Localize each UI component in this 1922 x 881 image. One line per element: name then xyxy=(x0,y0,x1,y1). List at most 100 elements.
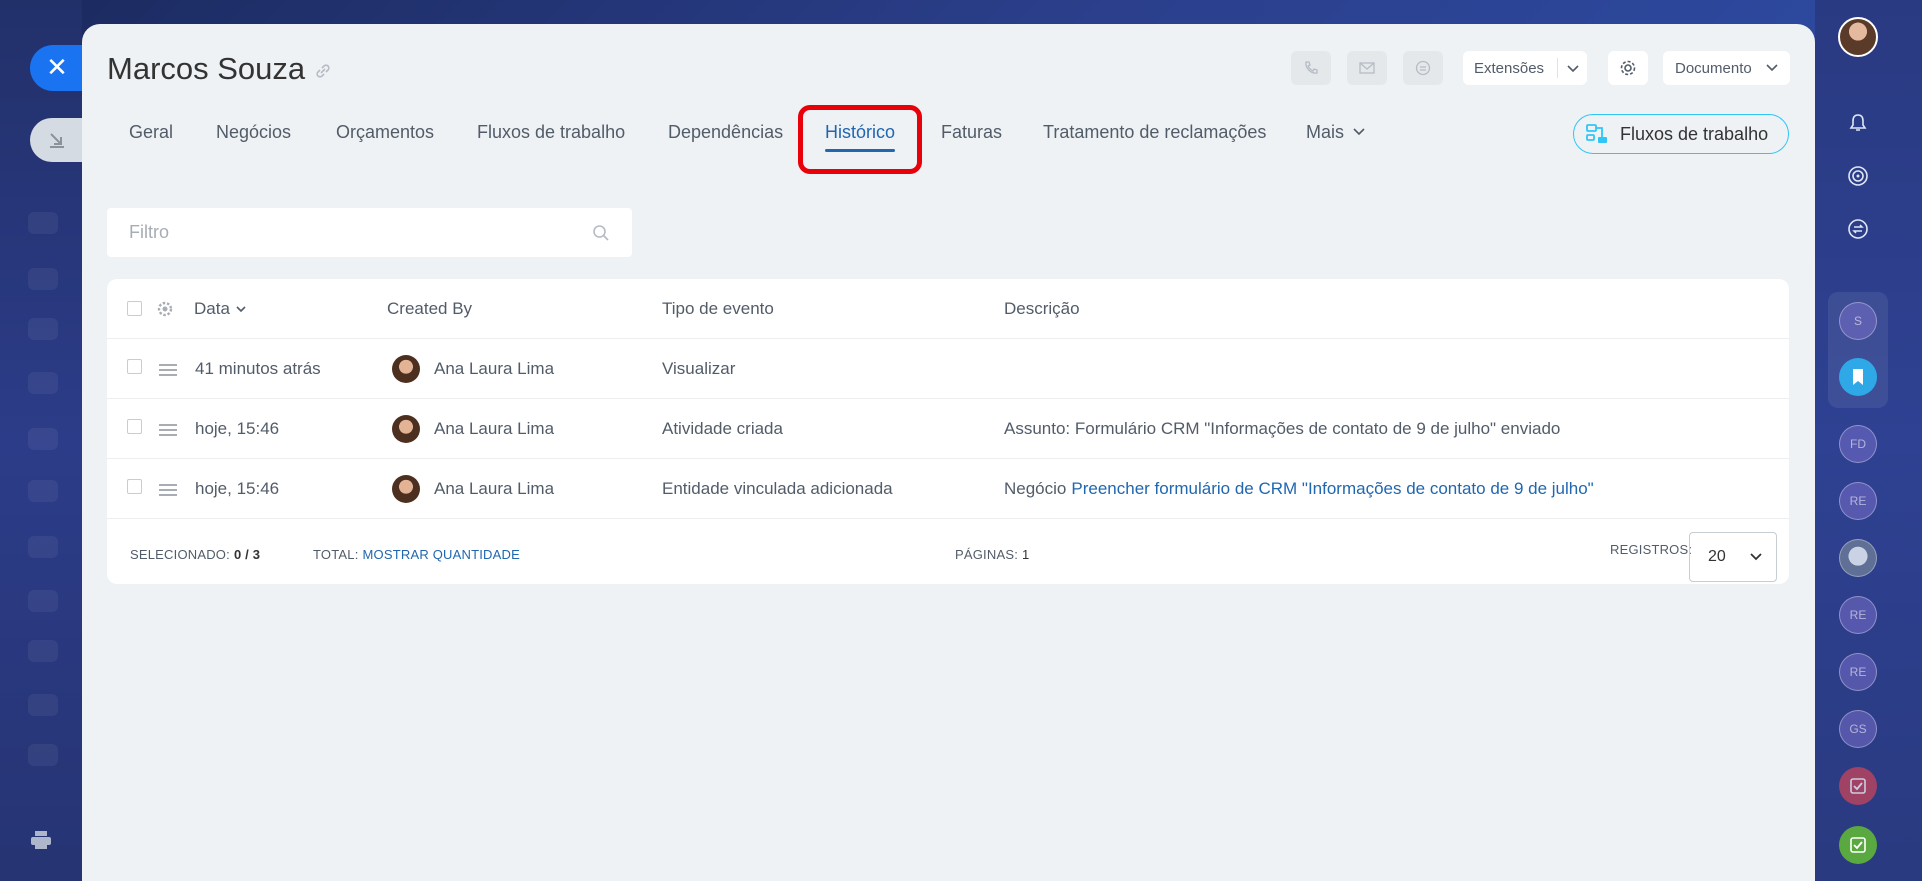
pages-info: PÁGINAS: 1 xyxy=(955,546,1030,562)
gear-icon xyxy=(1620,60,1636,76)
tab-fluxos-de-trabalho[interactable]: Fluxos de trabalho xyxy=(477,110,625,154)
close-icon: ✕ xyxy=(46,53,68,83)
total-count: TOTAL: MOSTRAR QUANTIDADE xyxy=(313,546,520,562)
sidebar-ghost-item xyxy=(28,428,58,450)
select-all-checkbox[interactable] xyxy=(127,301,142,316)
email-button[interactable] xyxy=(1347,51,1387,85)
document-button[interactable]: Documento xyxy=(1663,51,1790,85)
link-icon[interactable] xyxy=(314,62,332,85)
history-grid: Data Created By Tipo de evento Descrição… xyxy=(107,279,1789,584)
row-user[interactable]: Ana Laura Lima xyxy=(392,459,554,519)
chat-button[interactable] xyxy=(1403,51,1443,85)
tab-orcamentos[interactable]: Orçamentos xyxy=(336,110,434,154)
tab-mais-label: Mais xyxy=(1306,121,1345,142)
tab-faturas[interactable]: Faturas xyxy=(941,110,1002,154)
page-title: Marcos Souza xyxy=(107,51,306,86)
column-header-data[interactable]: Data xyxy=(194,279,246,339)
avatar xyxy=(392,355,420,383)
task-check-icon[interactable] xyxy=(1839,767,1877,805)
sidebar-ghost-item xyxy=(28,744,58,766)
chevron-down-icon xyxy=(1750,553,1762,561)
chat-avatar[interactable]: RE xyxy=(1839,596,1877,634)
avatar xyxy=(392,415,420,443)
sidebar-ghost-item xyxy=(28,590,58,612)
minimize-icon xyxy=(50,133,64,148)
linked-deal-link[interactable]: Preencher formulário de CRM "Informações… xyxy=(1071,479,1593,499)
minimize-slider-button[interactable] xyxy=(30,118,84,162)
row-user[interactable]: Ana Laura Lima xyxy=(392,399,554,459)
workflows-button[interactable]: Fluxos de trabalho xyxy=(1573,114,1789,154)
phone-icon xyxy=(1305,61,1318,74)
avatar xyxy=(392,475,420,503)
bell-icon[interactable] xyxy=(1839,104,1877,142)
tab-negocios[interactable]: Negócios xyxy=(216,110,291,154)
row-user[interactable]: Ana Laura Lima xyxy=(392,339,554,399)
task-check-icon[interactable] xyxy=(1839,826,1877,864)
chat-avatar[interactable]: RE xyxy=(1839,482,1877,520)
target-icon[interactable] xyxy=(1839,157,1877,195)
row-checkbox[interactable] xyxy=(127,419,142,434)
column-header-tipo-de-evento[interactable]: Tipo de evento xyxy=(662,279,774,339)
filter-input[interactable]: Filtro xyxy=(107,208,632,257)
row-date: hoje, 15:46 xyxy=(195,479,280,498)
sidebar-ghost-item xyxy=(28,640,58,662)
sidebar-ghost-item xyxy=(28,480,58,502)
row-checkbox[interactable] xyxy=(127,359,142,374)
workflows-label: Fluxos de trabalho xyxy=(1620,123,1769,144)
grid-footer: SELECIONADO: 0 / 3 TOTAL: MOSTRAR QUANTIDA… xyxy=(107,524,1789,584)
selected-count: SELECIONADO: 0 / 3 xyxy=(130,546,261,562)
highlight-annotation xyxy=(798,105,922,174)
tab-dependencias[interactable]: Dependências xyxy=(668,110,783,154)
chevron-down-icon[interactable] xyxy=(1558,60,1587,77)
sidebar-ghost-item xyxy=(28,318,58,340)
filter-placeholder: Filtro xyxy=(129,222,169,242)
table-header: Data Created By Tipo de evento Descrição xyxy=(107,279,1789,339)
document-label: Documento xyxy=(1675,59,1752,77)
search-icon[interactable] xyxy=(592,224,610,242)
records-per-page-select[interactable]: 20 xyxy=(1689,532,1777,582)
sidebar-ghost-item xyxy=(28,536,58,558)
close-slider-button[interactable]: ✕ xyxy=(30,45,84,91)
chat-avatar[interactable]: S xyxy=(1839,302,1877,340)
row-menu-icon[interactable] xyxy=(159,361,177,379)
cat-avatar[interactable] xyxy=(1839,539,1877,577)
tab-bar: Geral Negócios Orçamentos Fluxos de trab… xyxy=(82,110,1815,154)
row-description: Negócio Preencher formulário de CRM "Inf… xyxy=(1004,459,1594,519)
records-label: REGISTROS: xyxy=(1610,541,1693,557)
row-menu-icon[interactable] xyxy=(159,481,177,499)
chevron-down-icon xyxy=(236,305,246,312)
tab-mais[interactable]: Mais xyxy=(1306,110,1365,154)
settings-button[interactable] xyxy=(1608,51,1648,85)
table-row[interactable]: hoje, 15:46 Ana Laura Lima Atividade cri… xyxy=(107,399,1789,459)
bookmark-icon[interactable] xyxy=(1839,358,1877,396)
call-button[interactable] xyxy=(1291,51,1331,85)
sidebar-ghost-item xyxy=(28,268,58,290)
column-settings-button[interactable] xyxy=(157,279,173,339)
sidebar-ghost-item xyxy=(28,372,58,394)
tab-tratamento-de-reclamacoes[interactable]: Tratamento de reclamações xyxy=(1043,110,1266,154)
printer-icon[interactable] xyxy=(30,830,54,850)
chat-avatar[interactable]: FD xyxy=(1839,425,1877,463)
sync-chat-icon[interactable] xyxy=(1839,210,1877,248)
table-row[interactable]: 41 minutos atrás Ana Laura Lima Visualiz… xyxy=(107,339,1789,399)
workflow-icon xyxy=(1586,124,1607,143)
chat-avatar[interactable]: GS xyxy=(1839,710,1877,748)
show-quantity-link[interactable]: MOSTRAR QUANTIDADE xyxy=(363,547,520,562)
extensions-button[interactable]: Extensões xyxy=(1463,51,1587,85)
column-header-created-by[interactable]: Created By xyxy=(387,279,472,339)
chat-icon xyxy=(1415,60,1431,76)
tab-geral[interactable]: Geral xyxy=(129,110,173,154)
row-menu-icon[interactable] xyxy=(159,421,177,439)
sidebar-ghost-item xyxy=(28,694,58,716)
sidebar-ghost-item xyxy=(28,212,58,234)
chevron-down-icon xyxy=(1766,64,1778,72)
user-avatar[interactable] xyxy=(1838,17,1878,57)
row-date: 41 minutos atrás xyxy=(195,359,321,378)
column-header-descricao[interactable]: Descrição xyxy=(1004,279,1080,339)
row-date: hoje, 15:46 xyxy=(195,419,280,438)
chat-avatar[interactable]: RE xyxy=(1839,653,1877,691)
row-event-type: Visualizar xyxy=(662,359,736,378)
contact-card-panel: Marcos Souza Extensões Documento Geral N… xyxy=(82,24,1815,881)
row-checkbox[interactable] xyxy=(127,479,142,494)
table-row[interactable]: hoje, 15:46 Ana Laura Lima Entidade vinc… xyxy=(107,459,1789,519)
